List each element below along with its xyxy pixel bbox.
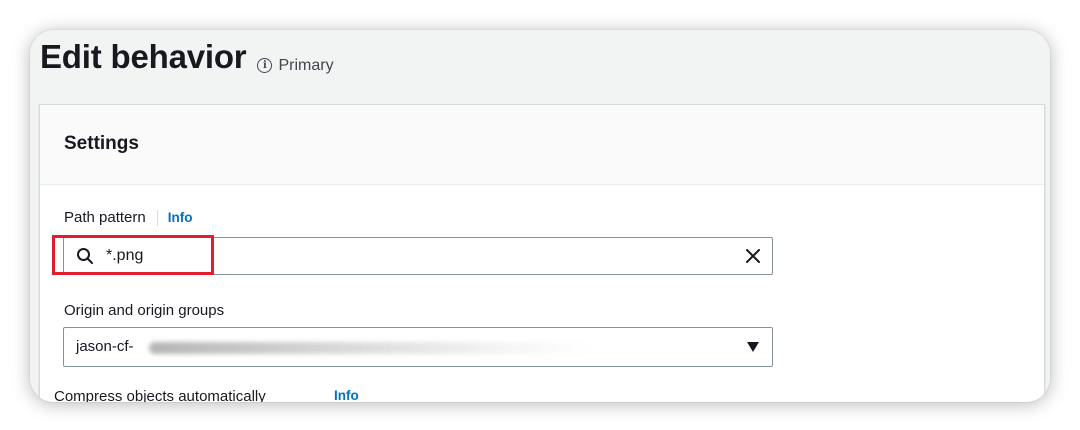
path-pattern-value[interactable]: *.png: [106, 247, 143, 265]
page-title: Edit behavior: [40, 38, 247, 75]
compress-objects-info-link[interactable]: Info: [334, 388, 359, 402]
caret-down-icon: [747, 342, 759, 352]
settings-title: Settings: [64, 133, 139, 154]
settings-container: Settings Path pattern Info *.png Origin …: [39, 104, 1045, 402]
redacted-text: [149, 342, 594, 354]
compress-objects-label: Compress objects automatically: [54, 388, 266, 402]
path-pattern-input[interactable]: *.png: [63, 237, 773, 275]
clear-icon[interactable]: [744, 247, 762, 265]
page-header: Edit behavior i Primary: [40, 38, 334, 76]
origin-select-value: jason-cf-: [76, 338, 134, 355]
path-pattern-label: Path pattern: [64, 209, 146, 226]
primary-badge[interactable]: i Primary: [257, 56, 334, 75]
origin-select[interactable]: jason-cf-: [63, 327, 773, 367]
label-divider: [156, 209, 158, 226]
path-pattern-label-row: Path pattern Info: [64, 209, 192, 226]
app-window: Edit behavior i Primary Settings Path pa…: [30, 30, 1050, 402]
path-pattern-info-link[interactable]: Info: [168, 210, 193, 225]
primary-badge-label: Primary: [278, 56, 334, 74]
settings-header: Settings: [40, 105, 1044, 185]
info-circle-icon: i: [257, 58, 273, 73]
origin-label: Origin and origin groups: [64, 302, 225, 319]
search-icon: [77, 248, 93, 264]
origin-label-row: Origin and origin groups: [64, 302, 224, 319]
